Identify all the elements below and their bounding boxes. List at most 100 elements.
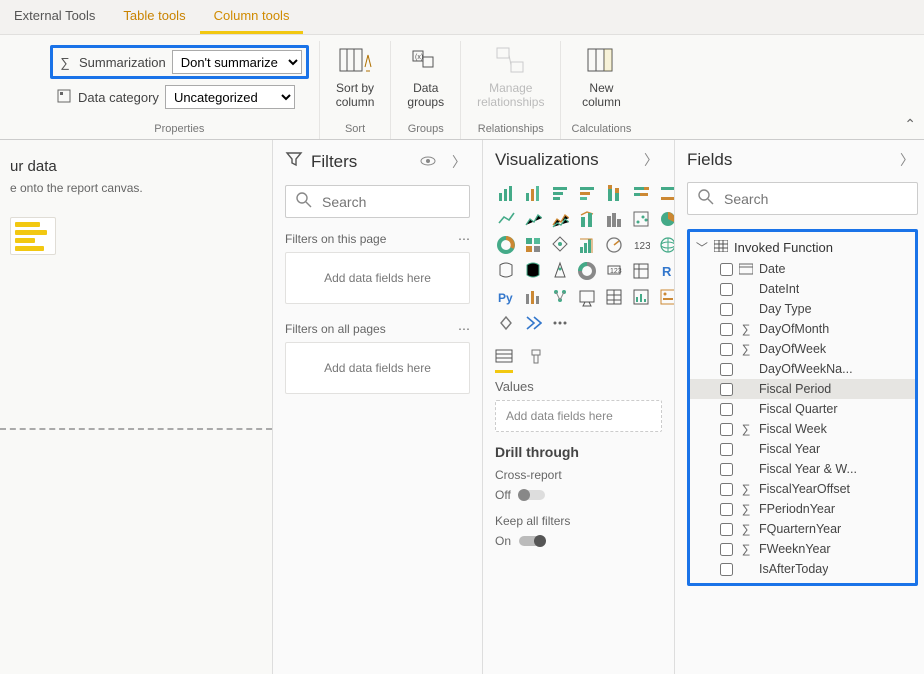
field-checkbox[interactable]: [720, 323, 733, 336]
field-row[interactable]: Fiscal Year: [690, 439, 915, 459]
viz-type-icon[interactable]: [495, 312, 517, 334]
field-checkbox[interactable]: [720, 383, 733, 396]
field-row[interactable]: Fiscal Year & W...: [690, 459, 915, 479]
viz-type-icon[interactable]: [549, 182, 571, 204]
viz-type-icon[interactable]: [603, 182, 625, 204]
viz-type-icon[interactable]: [603, 234, 625, 256]
viz-type-icon[interactable]: 123: [630, 234, 652, 256]
field-row[interactable]: Fiscal Quarter: [690, 399, 915, 419]
field-row[interactable]: DateInt: [690, 279, 915, 299]
filters-page-title: Filters on this page: [285, 232, 386, 246]
field-checkbox[interactable]: [720, 463, 733, 476]
summarization-dropdown[interactable]: Don't summarize: [172, 50, 302, 74]
fields-expand-button[interactable]: 〉: [896, 150, 918, 170]
format-well-tab[interactable]: [527, 348, 545, 373]
field-checkbox[interactable]: [720, 403, 733, 416]
date-hierarchy-icon: [738, 263, 754, 275]
fields-search-input[interactable]: [722, 190, 907, 208]
viz-type-icon[interactable]: [576, 208, 598, 230]
viz-type-icon[interactable]: [522, 208, 544, 230]
filters-page-dropzone[interactable]: Add data fields here: [285, 252, 470, 304]
field-checkbox[interactable]: [720, 283, 733, 296]
new-column-button[interactable]: New column: [576, 41, 627, 114]
viz-type-icon[interactable]: [495, 260, 517, 282]
data-category-dropdown[interactable]: Uncategorized: [165, 85, 295, 109]
filters-allpages-more[interactable]: ⋯: [458, 322, 470, 336]
fields-table-row[interactable]: 〉 Invoked Function: [690, 236, 915, 259]
viz-type-icon[interactable]: [522, 312, 544, 334]
viz-type-icon[interactable]: [603, 286, 625, 308]
viz-type-icon[interactable]: [576, 182, 598, 204]
viz-expand-button[interactable]: 〉: [640, 150, 662, 170]
tab-external-tools[interactable]: External Tools: [0, 0, 109, 34]
tab-column-tools[interactable]: Column tools: [200, 0, 304, 34]
field-row[interactable]: ∑FWeeknYear: [690, 539, 915, 559]
sigma-icon: ∑: [738, 482, 754, 496]
filters-view-toggle[interactable]: [416, 154, 440, 170]
ribbon-collapse-button[interactable]: ⌃: [904, 116, 916, 133]
field-checkbox[interactable]: [720, 563, 733, 576]
field-checkbox[interactable]: [720, 503, 733, 516]
svg-text:(x): (x): [415, 54, 423, 61]
field-row[interactable]: ∑FPeriodnYear: [690, 499, 915, 519]
keep-all-filters-toggle[interactable]: On: [495, 534, 662, 548]
field-row[interactable]: ∑Fiscal Week: [690, 419, 915, 439]
field-checkbox[interactable]: [720, 523, 733, 536]
viz-type-icon[interactable]: [522, 234, 544, 256]
viz-type-icon[interactable]: [630, 208, 652, 230]
viz-type-icon[interactable]: [576, 260, 598, 282]
viz-type-icon[interactable]: [630, 182, 652, 204]
filters-page-more[interactable]: ⋯: [458, 232, 470, 246]
field-row[interactable]: Date: [690, 259, 915, 279]
field-row[interactable]: IsAfterToday: [690, 559, 915, 579]
tab-table-tools[interactable]: Table tools: [109, 0, 199, 34]
field-row[interactable]: ∑DayOfMonth: [690, 319, 915, 339]
field-checkbox[interactable]: [720, 263, 733, 276]
viz-type-icon[interactable]: [495, 208, 517, 230]
viz-type-icon[interactable]: [495, 182, 517, 204]
viz-type-icon[interactable]: [495, 234, 517, 256]
viz-type-icon[interactable]: [549, 208, 571, 230]
field-row[interactable]: Day Type: [690, 299, 915, 319]
viz-type-icon[interactable]: [522, 260, 544, 282]
field-checkbox[interactable]: [720, 343, 733, 356]
field-checkbox[interactable]: [720, 443, 733, 456]
report-canvas[interactable]: ur data e onto the report canvas.: [0, 140, 272, 674]
viz-type-icon[interactable]: [522, 286, 544, 308]
field-name: Fiscal Week: [759, 422, 827, 436]
viz-type-icon[interactable]: [603, 208, 625, 230]
field-checkbox[interactable]: [720, 423, 733, 436]
viz-type-icon[interactable]: Py: [495, 286, 517, 308]
field-checkbox[interactable]: [720, 303, 733, 316]
field-checkbox[interactable]: [720, 483, 733, 496]
viz-type-icon[interactable]: [522, 182, 544, 204]
manage-relationships-button[interactable]: Manage relationships: [471, 41, 550, 114]
filters-search-input[interactable]: [320, 193, 505, 211]
filters-title: Filters: [311, 152, 357, 172]
viz-type-icon[interactable]: [576, 234, 598, 256]
data-groups-button[interactable]: (x) Data groups: [401, 41, 450, 114]
filters-allpages-dropzone[interactable]: Add data fields here: [285, 342, 470, 394]
fields-well-tab[interactable]: [495, 348, 513, 373]
viz-type-icon[interactable]: 123: [603, 260, 625, 282]
viz-type-icon[interactable]: [549, 234, 571, 256]
viz-type-icon[interactable]: [630, 260, 652, 282]
field-row[interactable]: ∑ FQuarternYear: [690, 519, 915, 539]
viz-type-icon[interactable]: [576, 286, 598, 308]
sort-by-column-button[interactable]: Sort by column: [330, 41, 381, 114]
field-checkbox[interactable]: [720, 363, 733, 376]
viz-type-icon[interactable]: [630, 286, 652, 308]
field-row[interactable]: Fiscal Period: [690, 379, 915, 399]
viz-type-icon[interactable]: [549, 286, 571, 308]
viz-type-icon[interactable]: [549, 260, 571, 282]
field-checkbox[interactable]: [720, 543, 733, 556]
values-dropzone[interactable]: Add data fields here: [495, 400, 662, 432]
field-row[interactable]: ∑DayOfWeek: [690, 339, 915, 359]
field-row[interactable]: DayOfWeekNa...: [690, 359, 915, 379]
cross-report-toggle[interactable]: Off: [495, 488, 662, 502]
viz-type-icon[interactable]: [549, 312, 571, 334]
field-name: FQuarternYear: [759, 522, 841, 536]
sigma-icon: ∑: [738, 522, 754, 536]
field-row[interactable]: ∑FiscalYearOffset: [690, 479, 915, 499]
filters-expand-button[interactable]: 〉: [448, 152, 470, 172]
